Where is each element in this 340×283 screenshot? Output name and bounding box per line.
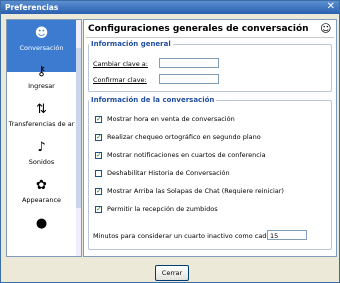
general-info-group: Información general Cambiar clave a: Con…	[88, 40, 332, 92]
inactive-minutes-input[interactable]: 15	[267, 230, 307, 240]
sidebar-item-label: Conversación	[19, 44, 64, 52]
title-bar: Preferencias ✕	[1, 1, 339, 14]
option-label[interactable]: Permitir la recepción de zumbidos	[107, 205, 218, 213]
scrollbar-thumb[interactable]	[76, 48, 81, 208]
option-label[interactable]: Realizar chequeo ortográfico en segundo …	[107, 133, 261, 141]
close-button[interactable]: Cerrar	[155, 265, 189, 281]
settings-panel: Configuraciones generales de conversació…	[83, 19, 337, 257]
change-password-label: Cambiar clave a:	[93, 60, 148, 68]
sidebar-scrollbar[interactable]	[76, 20, 81, 256]
key-icon: ⚷	[36, 64, 47, 79]
conversation-info-legend: Información de la conversación	[91, 96, 215, 104]
sidebar-item-label: Sonidos	[28, 158, 55, 166]
chat-users-icon: ☺	[320, 22, 332, 35]
option-checkbox[interactable]	[95, 151, 102, 160]
sounds-icon: ♪	[37, 140, 46, 155]
window-title: Preferencias	[5, 3, 59, 12]
divider	[86, 37, 334, 38]
conversation-info-group: Información de la conversación Mostrar h…	[88, 96, 332, 250]
option-label[interactable]: Deshabilitar Historia de Conversación	[107, 169, 230, 177]
sidebar-item-label: Ingresar	[28, 82, 55, 90]
option-checkbox[interactable]	[95, 133, 102, 142]
info-icon: ●	[35, 216, 48, 231]
category-sidebar: ☻ Conversación ⚷ Ingresar ⇅ Transferencias de…	[6, 19, 82, 257]
transfer-icon: ⇅	[36, 102, 47, 117]
option-label[interactable]: Mostrar notificaciones en cuartos de con…	[107, 151, 266, 159]
sidebar-item-label: Transferencias de ar	[8, 120, 75, 128]
option-checkbox[interactable]	[95, 170, 102, 177]
option-checkbox[interactable]	[95, 205, 102, 214]
conversation-icon: ☻	[34, 26, 49, 41]
appearance-icon: ✿	[36, 178, 47, 193]
confirm-password-label: Confirmar clave:	[93, 76, 147, 84]
page-title: Configuraciones generales de conversació…	[88, 24, 309, 34]
sidebar-item-label: Appearance	[21, 196, 62, 204]
general-info-legend: Información general	[91, 40, 171, 48]
option-checkbox[interactable]	[95, 115, 102, 124]
option-checkbox[interactable]	[95, 187, 102, 196]
sidebar-item[interactable]: ●	[7, 210, 76, 256]
option-label[interactable]: Mostrar Arriba las Solapas de Chat (Requ…	[107, 187, 284, 195]
close-icon[interactable]: ✕	[327, 1, 335, 13]
inactive-minutes-label: Minutos para considerar un cuarto inacti…	[93, 232, 289, 240]
confirm-password-input[interactable]	[159, 74, 219, 84]
preferences-window: Preferencias ✕ ☻ Conversación ⚷ Ingresar ⇅ Tr…	[0, 0, 340, 283]
change-password-input[interactable]	[159, 58, 219, 68]
option-label[interactable]: Mostrar hora en venta de conversación	[107, 115, 235, 123]
